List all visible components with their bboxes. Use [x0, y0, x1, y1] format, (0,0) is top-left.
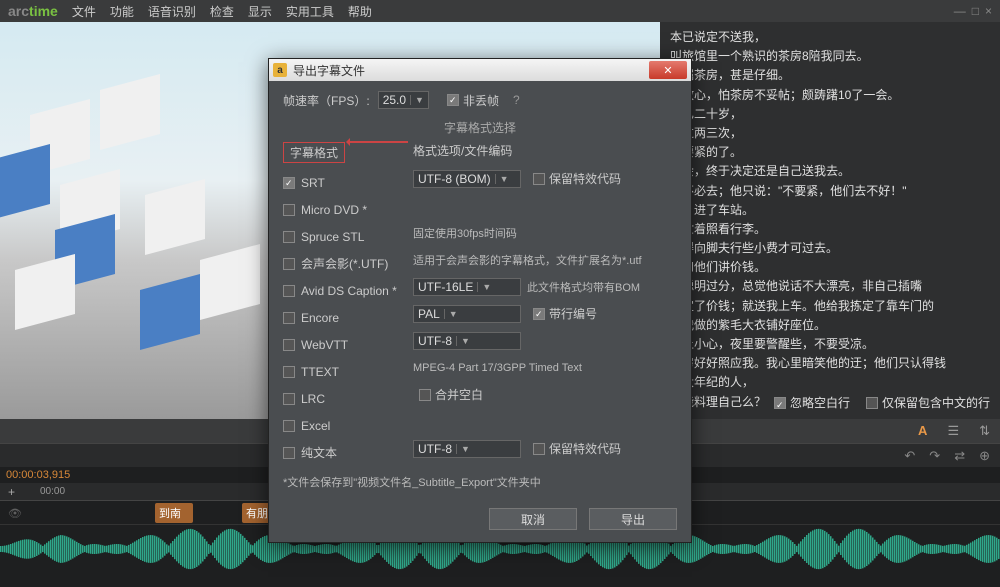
- ruler-tick: 00:00: [40, 486, 65, 497]
- format-option-checkbox[interactable]: 保留特效代码: [533, 170, 621, 187]
- font-button[interactable]: A: [918, 423, 927, 439]
- format-note: MPEG-4 Part 17/3GPP Timed Text: [413, 362, 582, 374]
- menu-speech[interactable]: 语音识别: [148, 3, 196, 20]
- encoding-select[interactable]: UTF-8▼: [413, 440, 521, 458]
- format-name: Avid DS Caption *: [301, 284, 397, 298]
- format-checkbox[interactable]: [283, 258, 295, 270]
- format-checkbox[interactable]: [283, 312, 295, 324]
- format-checkbox[interactable]: [283, 339, 295, 351]
- subtitle-line[interactable]: 着和他们讲价钱。: [670, 258, 990, 277]
- format-checkbox[interactable]: [283, 447, 295, 459]
- redo-icon[interactable]: ↷: [929, 448, 940, 464]
- encoding-select[interactable]: UTF-16LE▼: [413, 278, 521, 296]
- no-drop-checkbox[interactable]: 非丢帧: [447, 92, 499, 109]
- subtitle-line[interactable]: 路上小心，夜里要警醒些，不要受凉。: [670, 335, 990, 354]
- ignore-blank-checkbox[interactable]: 忽略空白行: [774, 394, 850, 413]
- app-logo: arctime: [8, 3, 58, 19]
- section-title: 字幕格式选择: [283, 119, 677, 136]
- swap-icon[interactable]: ⇄: [954, 448, 965, 464]
- format-checkbox[interactable]: [283, 366, 295, 378]
- menu-check[interactable]: 检查: [210, 3, 234, 20]
- fps-select[interactable]: 25.0▼: [378, 91, 429, 109]
- fps-label: 帧速率（FPS）:: [283, 92, 370, 109]
- format-option-checkbox[interactable]: 合并空白: [419, 386, 483, 403]
- subtitle-line[interactable]: 年已二十岁，: [670, 105, 990, 124]
- format-checkbox[interactable]: [283, 204, 295, 216]
- dialog-app-icon: a: [273, 63, 287, 77]
- subtitle-line[interactable]: 一会，终于决定还是自己送我去。: [670, 162, 990, 181]
- format-note: 固定使用30fps时间码: [413, 225, 517, 241]
- window-max-icon[interactable]: □: [972, 4, 979, 18]
- menu-tools[interactable]: 实用工具: [286, 3, 334, 20]
- format-column-header: 字幕格式: [283, 142, 345, 163]
- subtitle-line[interactable]: 往过两三次，: [670, 124, 990, 143]
- subtitle-line[interactable]: 他不必去；他只说："不要紧，他们去不好！": [670, 182, 990, 201]
- export-subtitle-dialog: a 导出字幕文件 ✕ 帧速率（FPS）: 25.0▼ 非丢帧 ? 字幕格式选择 …: [268, 58, 692, 543]
- subtitle-line[interactable]: 给我做的紫毛大衣铺好座位。: [670, 316, 990, 335]
- format-option-checkbox[interactable]: 带行编号: [533, 305, 597, 322]
- encoding-column-header: 格式选项/文件编码: [413, 142, 677, 159]
- dialog-close-button[interactable]: ✕: [649, 61, 687, 79]
- subtitle-line[interactable]: 样大年纪的人，: [670, 373, 990, 392]
- format-note: 适用于会声会影的字幕格式，文件扩展名为*.utf: [413, 252, 642, 268]
- window-close-icon[interactable]: ×: [985, 4, 992, 18]
- menu-file[interactable]: 文件: [72, 3, 96, 20]
- format-name: 纯文本: [301, 444, 337, 461]
- format-name: Micro DVD *: [301, 203, 367, 217]
- subtitle-line[interactable]: 不放心，怕茶房不妥帖；颇踌躇10了一会。: [670, 86, 990, 105]
- format-note: 此文件格式均带有BOM: [527, 279, 640, 295]
- red-arrow-annotation: [348, 141, 408, 143]
- export-button[interactable]: 导出: [589, 508, 677, 530]
- subtitle-block[interactable]: 到南: [155, 503, 193, 523]
- subtitle-line[interactable]: 是聪明过分，总觉他说话不大漂亮，非自己插嘴: [670, 277, 990, 296]
- format-name: SRT: [301, 176, 325, 190]
- subtitle-line[interactable]: ，得向脚夫行些小费才可过去。: [670, 239, 990, 258]
- cancel-button[interactable]: 取消: [489, 508, 577, 530]
- chinese-only-checkbox[interactable]: 仅保留包含中文的行: [866, 394, 990, 413]
- subtitle-line[interactable]: 他忙着照看行李。: [670, 220, 990, 239]
- format-checkbox[interactable]: [283, 177, 295, 189]
- track-visibility-icon[interactable]: [8, 506, 22, 520]
- subtitle-line[interactable]: 叫旅馆里一个熟识的茶房8陪我同去。: [670, 47, 990, 66]
- menu-display[interactable]: 显示: [248, 3, 272, 20]
- undo-icon[interactable]: ↶: [904, 448, 915, 464]
- format-name: 会声会影(*.UTF): [301, 255, 388, 272]
- menu-function[interactable]: 功能: [110, 3, 134, 20]
- format-name: WebVTT: [301, 338, 348, 352]
- format-name: Spruce STL: [301, 230, 364, 244]
- ruler-add-icon[interactable]: +: [8, 485, 15, 499]
- window-controls: — □ ×: [954, 4, 992, 18]
- subtitle-line[interactable]: 再嘱茶房，甚是仔细。: [670, 66, 990, 85]
- help-icon[interactable]: ?: [513, 93, 520, 107]
- save-location-note: *文件会保存到"视频文件名_Subtitle_Export"文件夹中: [283, 474, 677, 490]
- format-name: LRC: [301, 392, 325, 406]
- subtitle-line[interactable]: 讲定了价钱；就送我上车。他给我拣定了靠车门的: [670, 297, 990, 316]
- format-option-checkbox[interactable]: 保留特效代码: [533, 440, 621, 457]
- format-checkbox[interactable]: [283, 231, 295, 243]
- dialog-title: 导出字幕文件: [293, 62, 649, 79]
- dialog-titlebar[interactable]: a 导出字幕文件 ✕: [269, 59, 691, 81]
- subtitle-line[interactable]: 么要紧的了。: [670, 143, 990, 162]
- format-name: Encore: [301, 311, 339, 325]
- format-name: TTEXT: [301, 365, 339, 379]
- encoding-select[interactable]: PAL▼: [413, 305, 521, 323]
- magnet-icon[interactable]: ⊕: [979, 448, 990, 464]
- format-checkbox[interactable]: [283, 420, 295, 432]
- encoding-select[interactable]: UTF-8 (BOM)▼: [413, 170, 521, 188]
- subtitle-line[interactable]: 江，进了车站。: [670, 201, 990, 220]
- format-checkbox[interactable]: [283, 285, 295, 297]
- menu-help[interactable]: 帮助: [348, 3, 372, 20]
- sync-button[interactable]: ⇅: [979, 423, 990, 439]
- window-min-icon[interactable]: —: [954, 4, 966, 18]
- format-name: Excel: [301, 419, 330, 433]
- subtitle-list-panel: 本已说定不送我，叫旅馆里一个熟识的茶房8陪我同去。再嘱茶房，甚是仔细。不放心，怕…: [660, 22, 1000, 419]
- menu-bar: arctime 文件 功能 语音识别 检查 显示 实用工具 帮助 — □ ×: [0, 0, 1000, 22]
- format-checkbox[interactable]: [283, 393, 295, 405]
- encoding-select[interactable]: UTF-8▼: [413, 332, 521, 350]
- subtitle-line[interactable]: 本已说定不送我，: [670, 28, 990, 47]
- subtitle-line[interactable]: 茶房好好照应我。我心里暗笑他的迂；他们只认得钱: [670, 354, 990, 373]
- list-button[interactable]: ☰: [947, 423, 959, 439]
